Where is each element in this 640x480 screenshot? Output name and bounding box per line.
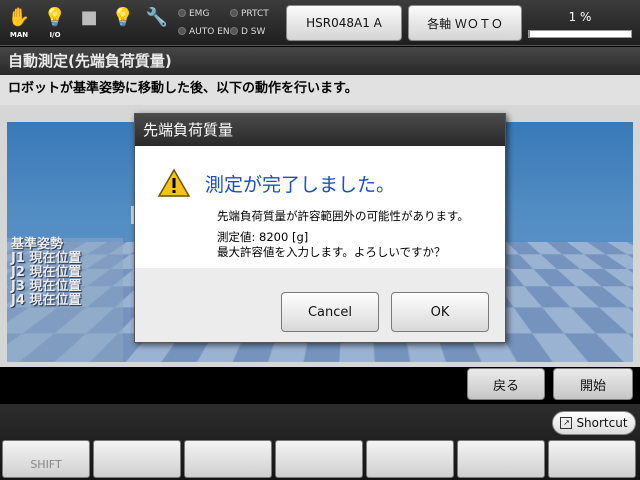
fkey-2[interactable] [93, 440, 181, 478]
shortcut-button[interactable]: ↗ Shortcut [552, 411, 636, 435]
confirm-question: 最大許容値を入力します。よろしいですか？ [217, 245, 446, 259]
fkey-3[interactable] [184, 440, 272, 478]
progress-fill [529, 31, 531, 37]
ok-button[interactable]: OK [391, 292, 489, 332]
auto-en-lamp: AUTO EN [178, 26, 230, 38]
confirm-dialog: 先端負荷質量 測定が完了しました。 先端負荷質量が許容範囲外の可能性があります。… [134, 113, 506, 343]
auto-en-indicator-icon [178, 27, 186, 35]
cancel-button[interactable]: Cancel [281, 292, 379, 332]
axis-mode-button[interactable]: 各軸 ＷＯＴＯ [408, 5, 522, 41]
progress-percent: 1 % [568, 10, 592, 24]
wrench-icon[interactable]: 🔧 [144, 6, 170, 42]
stop-square-icon[interactable]: ■ [76, 6, 102, 42]
dialog-heading: 測定が完了しました。 [205, 174, 396, 196]
measured-value: 測定値: 8200 [g] [217, 230, 309, 244]
dsw-lamp: D SW [230, 26, 265, 38]
shortcut-arrow-icon: ↗ [560, 417, 573, 429]
robot-select-button[interactable]: HSR048A1 A [286, 5, 402, 41]
emg-lamp: EMG [178, 8, 209, 20]
fkey-shift[interactable]: SHIFT [2, 440, 90, 478]
fkey-7[interactable] [548, 440, 636, 478]
dsw-indicator-icon [230, 27, 238, 35]
dialog-note: 先端負荷質量が許容範囲外の可能性があります。 [217, 209, 469, 223]
dialog-footer: Cancel OK [135, 268, 505, 342]
prtct-lamp: PRTCT [230, 8, 269, 20]
fkey-6[interactable] [457, 440, 545, 478]
manual-mode-hand-icon[interactable]: ✋ MAN [6, 6, 32, 42]
fkey-5[interactable] [366, 440, 454, 478]
progress-bar [528, 30, 632, 38]
status-bar: ✋ MAN 💡 I/O ■ 💡 🔧 EMG PRTCT AUTO EN D SW… [0, 0, 640, 46]
prtct-indicator-icon [230, 9, 238, 17]
emg-indicator-icon [178, 9, 186, 17]
dialog-body: 測定が完了しました。 先端負荷質量が許容範囲外の可能性があります。 測定値: 8… [135, 146, 505, 268]
lamp-icon[interactable]: 💡 [110, 6, 136, 42]
warning-icon [157, 168, 191, 197]
io-bulb-icon[interactable]: 💡 I/O [42, 6, 68, 42]
fkey-4[interactable] [275, 440, 363, 478]
dialog-title: 先端負荷質量 [135, 114, 505, 146]
